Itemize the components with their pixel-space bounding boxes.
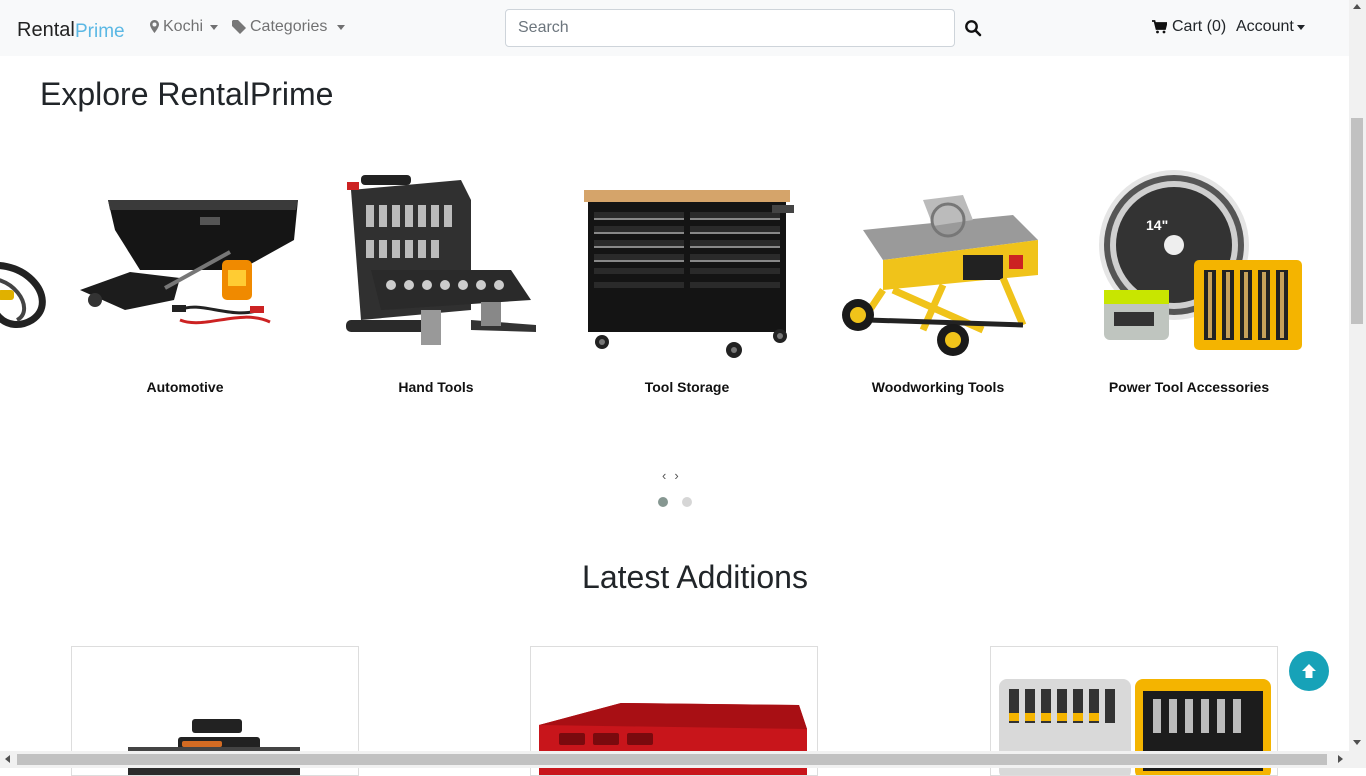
scroll-up-arrow[interactable]: [1353, 4, 1361, 9]
category-label: Woodworking Tools: [871, 379, 1005, 395]
shopping-cart-icon: [1152, 20, 1167, 34]
category-label: ools: [0, 379, 62, 395]
category-label: Hand Tools: [398, 379, 474, 395]
tag-icon: [232, 20, 246, 34]
category-label: Tool Storage: [644, 379, 730, 395]
carousel-nav: ‹ ›: [662, 468, 679, 483]
brand-part1: Rental: [17, 19, 75, 41]
vertical-scrollbar[interactable]: [1349, 0, 1366, 768]
chevron-down-icon: [1296, 24, 1305, 30]
categories-dropdown[interactable]: Categories: [232, 18, 346, 36]
chevron-down-icon: [337, 24, 346, 30]
categories-label: Categories: [250, 18, 328, 35]
search-input[interactable]: [505, 9, 955, 47]
scroll-down-arrow[interactable]: [1353, 740, 1361, 745]
tool-chest-image: [584, 190, 794, 358]
location-dropdown[interactable]: Kochi: [150, 18, 219, 36]
scroll-right-arrow[interactable]: [1338, 755, 1343, 763]
scroll-left-arrow[interactable]: [5, 755, 10, 763]
back-to-top-button[interactable]: [1289, 651, 1329, 691]
carousel-prev-button[interactable]: ‹: [662, 468, 666, 483]
latest-additions-heading: Latest Additions: [582, 559, 808, 595]
category-item[interactable]: Automotive: [60, 150, 310, 410]
scroll-thumb[interactable]: [17, 754, 1327, 765]
category-label: Power Tool Accessories: [1108, 379, 1270, 395]
carousel-dot-active[interactable]: [658, 497, 668, 507]
brand-part2: Prime: [75, 21, 125, 42]
cable-tools-image: [0, 262, 46, 328]
cart-link[interactable]: Cart (0): [1152, 18, 1226, 36]
scroll-thumb[interactable]: [1351, 118, 1363, 324]
cart-label: Cart (0): [1172, 18, 1227, 35]
map-marker-icon: [150, 20, 159, 33]
saw-blade-image: 14": [1099, 170, 1302, 350]
explore-heading: Explore RentalPrime: [40, 76, 334, 112]
account-dropdown[interactable]: Account: [1236, 18, 1305, 36]
category-item[interactable]: Woodworking Tools: [813, 150, 1063, 410]
navbar: Rental Prime Kochi Categories Cart (0) A…: [0, 0, 1349, 56]
svg-text:14": 14": [1146, 217, 1168, 233]
arrow-up-icon: [1302, 664, 1316, 678]
category-item[interactable]: 14" Power Tool Accessories: [1064, 150, 1314, 410]
category-carousel: ools Automotive: [0, 150, 1349, 410]
category-item[interactable]: Tool Storage: [562, 150, 812, 410]
brand-logo[interactable]: Rental Prime: [17, 14, 127, 42]
socket-set-image: [346, 175, 536, 345]
carousel-dot[interactable]: [682, 497, 692, 507]
location-label: Kochi: [163, 18, 204, 35]
category-item[interactable]: ools: [0, 150, 62, 410]
carousel-next-button[interactable]: ›: [674, 468, 678, 483]
category-label: Automotive: [146, 379, 224, 395]
category-item[interactable]: Hand Tools: [311, 150, 561, 410]
search-icon[interactable]: [964, 19, 982, 37]
chevron-down-icon: [210, 24, 219, 30]
horizontal-scrollbar[interactable]: [0, 751, 1349, 768]
truck-toolbox-image: [80, 200, 298, 325]
account-label: Account: [1236, 18, 1294, 35]
table-saw-image: [842, 195, 1038, 356]
